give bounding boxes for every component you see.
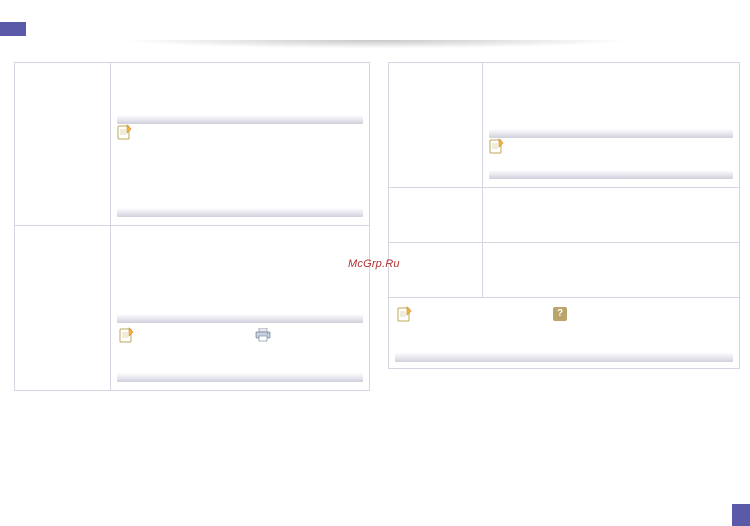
separator-bar xyxy=(489,129,733,138)
cell-main xyxy=(111,226,370,391)
left-table xyxy=(14,62,370,391)
cell-main xyxy=(483,188,740,243)
cell-main xyxy=(483,243,740,298)
table-row xyxy=(15,63,370,226)
printer-icon xyxy=(255,328,271,342)
cell-side xyxy=(15,226,111,391)
note-icon xyxy=(119,327,135,343)
separator-bar xyxy=(117,373,363,382)
header-accent xyxy=(0,22,26,36)
help-icon: ? xyxy=(553,307,567,321)
separator-bar xyxy=(117,208,363,217)
header-shadow xyxy=(14,40,738,52)
watermark-text: McGrp.Ru xyxy=(348,258,400,270)
table-row xyxy=(389,188,740,243)
note-icon xyxy=(397,306,413,322)
cell-side xyxy=(15,63,111,226)
table-row xyxy=(389,243,740,298)
separator-bar xyxy=(395,352,733,362)
cell-side xyxy=(389,63,483,188)
right-table xyxy=(388,62,740,298)
left-column xyxy=(14,62,370,391)
cell-main xyxy=(483,63,740,188)
separator-bar xyxy=(117,115,363,124)
note-icon xyxy=(489,138,505,154)
table-row xyxy=(389,63,740,188)
cell-side xyxy=(389,243,483,298)
separator-bar xyxy=(117,314,363,323)
footer-panel: ? xyxy=(388,298,740,369)
right-column: ? xyxy=(388,62,740,369)
separator-bar xyxy=(489,170,733,179)
note-icon xyxy=(117,124,133,140)
cell-side xyxy=(389,188,483,243)
table-row xyxy=(15,226,370,391)
cell-main xyxy=(111,63,370,226)
page-tab xyxy=(732,504,750,526)
